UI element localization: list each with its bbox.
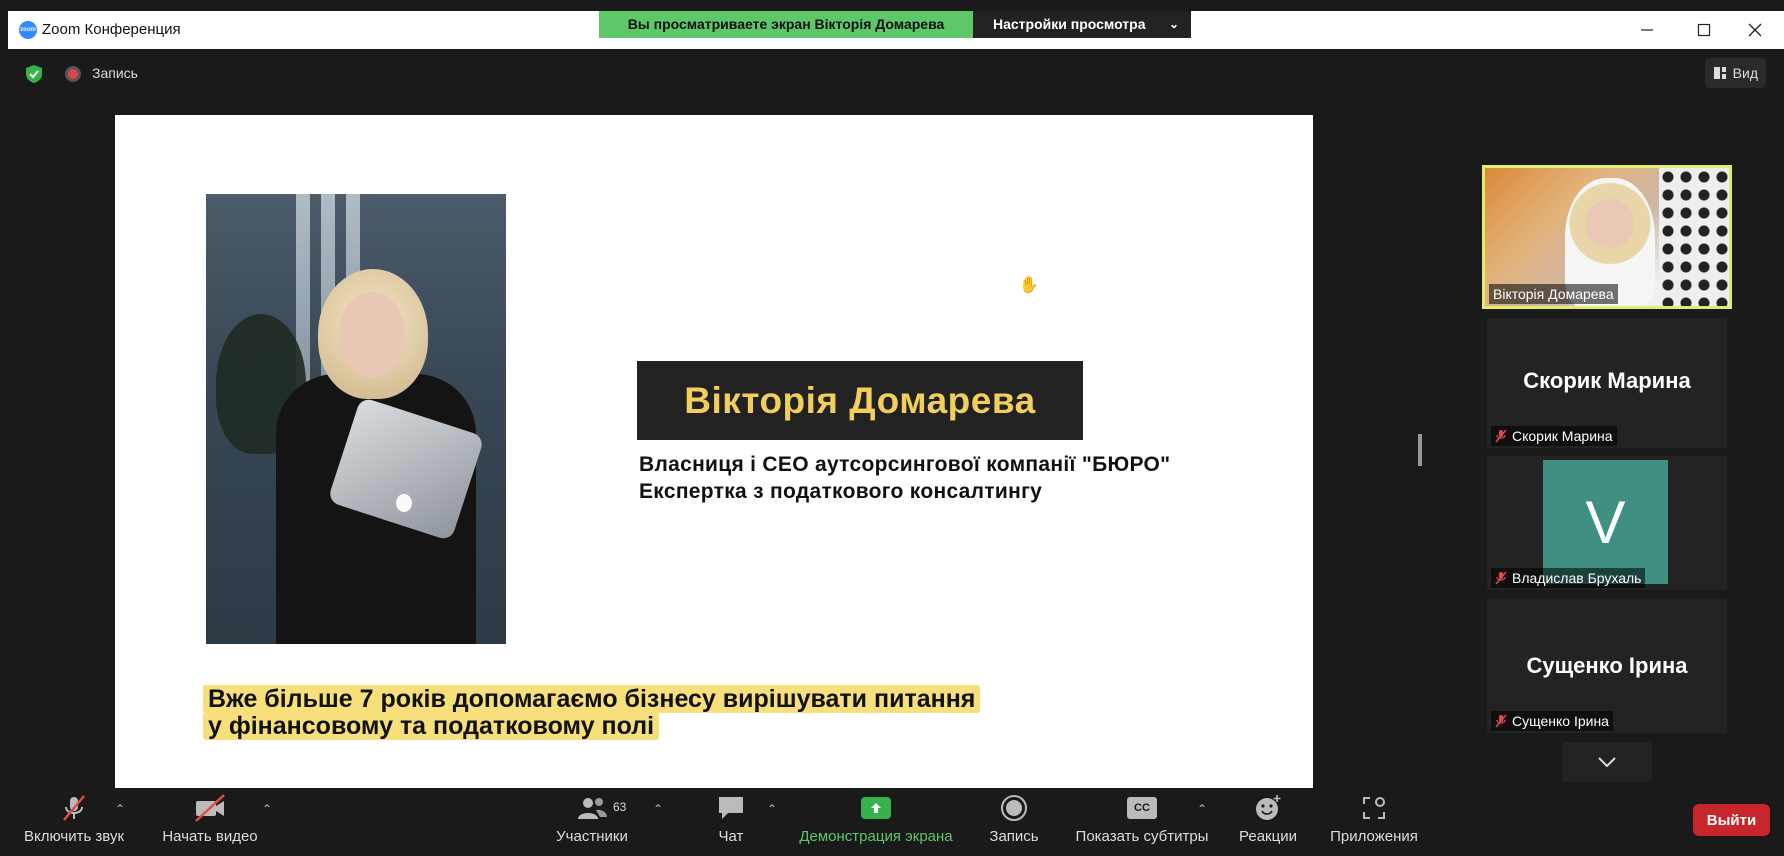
participant-tile[interactable]: V Владислав Брухаль [1487,456,1727,590]
maximize-button[interactable] [1675,11,1733,49]
captions-options-caret-icon[interactable]: ⌃ [1197,802,1207,816]
chat-options-caret-icon[interactable]: ⌃ [767,802,777,816]
speaker-photo [206,194,506,644]
record-label: Запись [989,828,1039,845]
share-screen-icon [861,797,891,819]
view-settings-button[interactable]: Настройки просмотра ⌄ [973,11,1191,38]
speaker-name-box: Вікторія Домарева [637,361,1083,440]
record-icon [1001,795,1027,821]
window-title: Zoom Конференция [42,21,181,38]
participant-tile[interactable]: Скорик Марина Скорик Марина [1487,318,1727,448]
chat-label: Чат [718,828,744,845]
hand-cursor-icon: ✋ [1019,277,1039,294]
participant-name-label: Скорик Марина [1491,426,1617,446]
share-banner: Вы просматриваете экран Вікторія Домарев… [599,11,1191,38]
participants-icon [578,798,607,819]
maximize-icon [1697,23,1711,37]
apps-label: Приложения [1330,828,1418,845]
audio-options-caret-icon[interactable]: ⌃ [115,802,125,816]
recording-icon [65,66,81,82]
zoom-logo-icon: zoom [19,21,37,39]
shield-icon[interactable] [25,64,43,84]
show-captions-label: Показать субтитры [1075,828,1209,845]
view-label: Вид [1732,65,1758,81]
meeting-toolbar: Включить звук ⌃ Начать видео ⌃ Участники… [0,788,1784,856]
chevron-down-icon: ⌄ [1168,17,1179,31]
tagline-line-2: у фінансовому та податковому полі [203,712,660,740]
unmute-label: Включить звук [23,828,125,845]
close-button[interactable] [1726,11,1784,49]
participant-tile[interactable]: Сущенко Ірина Сущенко Ірина [1487,599,1727,733]
apps-button[interactable]: Приложения [1327,788,1421,856]
recording-label: Запись [92,65,138,81]
reactions-icon [1256,795,1281,820]
view-button[interactable]: Вид [1704,58,1766,88]
participant-big-name: Скорик Марина [1523,368,1691,393]
shared-screen: ✋ Вікторія Домарева Власниця і CEO аутсо… [115,115,1313,788]
participant-name-label: Вікторія Домарева [1489,284,1618,304]
viewing-screen-label: Вы просматриваете экран Вікторія Домарев… [599,11,973,38]
tagline-line-1: Вже більше 7 років допомагаємо бізнесу в… [203,685,981,713]
participants-scroll-down-button[interactable] [1562,742,1652,782]
speaker-role-line-1: Власниця і CEO аутсорсингової компанії "… [639,453,1171,476]
captions-icon: CC [1127,797,1157,819]
video-options-caret-icon[interactable]: ⌃ [262,802,272,816]
participants-count: 63 [613,800,627,814]
record-button[interactable]: Запись [988,788,1040,856]
participants-label: Участники [556,828,628,845]
participant-avatar: V [1543,460,1668,584]
unmute-button[interactable]: Включить звук [20,788,128,856]
view-settings-label: Настройки просмотра [993,16,1146,32]
mic-muted-icon [1495,429,1507,443]
chat-button[interactable]: Чат [711,788,751,856]
reactions-button[interactable]: Реакции [1236,788,1300,856]
apps-icon [1363,797,1385,819]
mic-muted-icon [1495,571,1507,585]
minimize-icon [1641,29,1653,31]
meeting-topbar: Запись Вид [8,49,1784,99]
chat-icon [719,797,743,819]
close-icon [1748,23,1762,37]
share-screen-button[interactable]: Демонстрация экрана [796,788,956,856]
participant-name-label: Сущенко Ірина [1491,711,1613,731]
minimize-button[interactable] [1618,11,1676,49]
start-video-button[interactable]: Начать видео [160,788,260,856]
participant-tile-active[interactable]: Вікторія Домарева [1482,165,1732,309]
layout-icon [1713,67,1726,79]
participants-options-caret-icon[interactable]: ⌃ [653,802,663,816]
video-off-icon [195,794,225,822]
split-resize-handle[interactable] [1418,434,1422,466]
participant-name-label: Владислав Брухаль [1491,568,1646,588]
speaker-role-line-2: Експертка з податкового консалтингу [639,480,1043,503]
start-video-label: Начать видео [162,828,258,845]
chevron-down-icon [1598,757,1616,767]
participant-big-name: Сущенко Ірина [1526,653,1688,678]
leave-meeting-button[interactable]: Выйти [1693,804,1770,836]
speaker-name: Вікторія Домарева [684,379,1036,421]
reactions-label: Реакции [1239,828,1297,845]
show-captions-button[interactable]: CC Показать субтитры [1073,788,1211,856]
mic-muted-icon [1495,714,1507,728]
participants-button[interactable]: Участники [552,788,632,856]
mic-muted-icon [63,795,85,821]
share-screen-label: Демонстрация экрана [799,828,953,845]
